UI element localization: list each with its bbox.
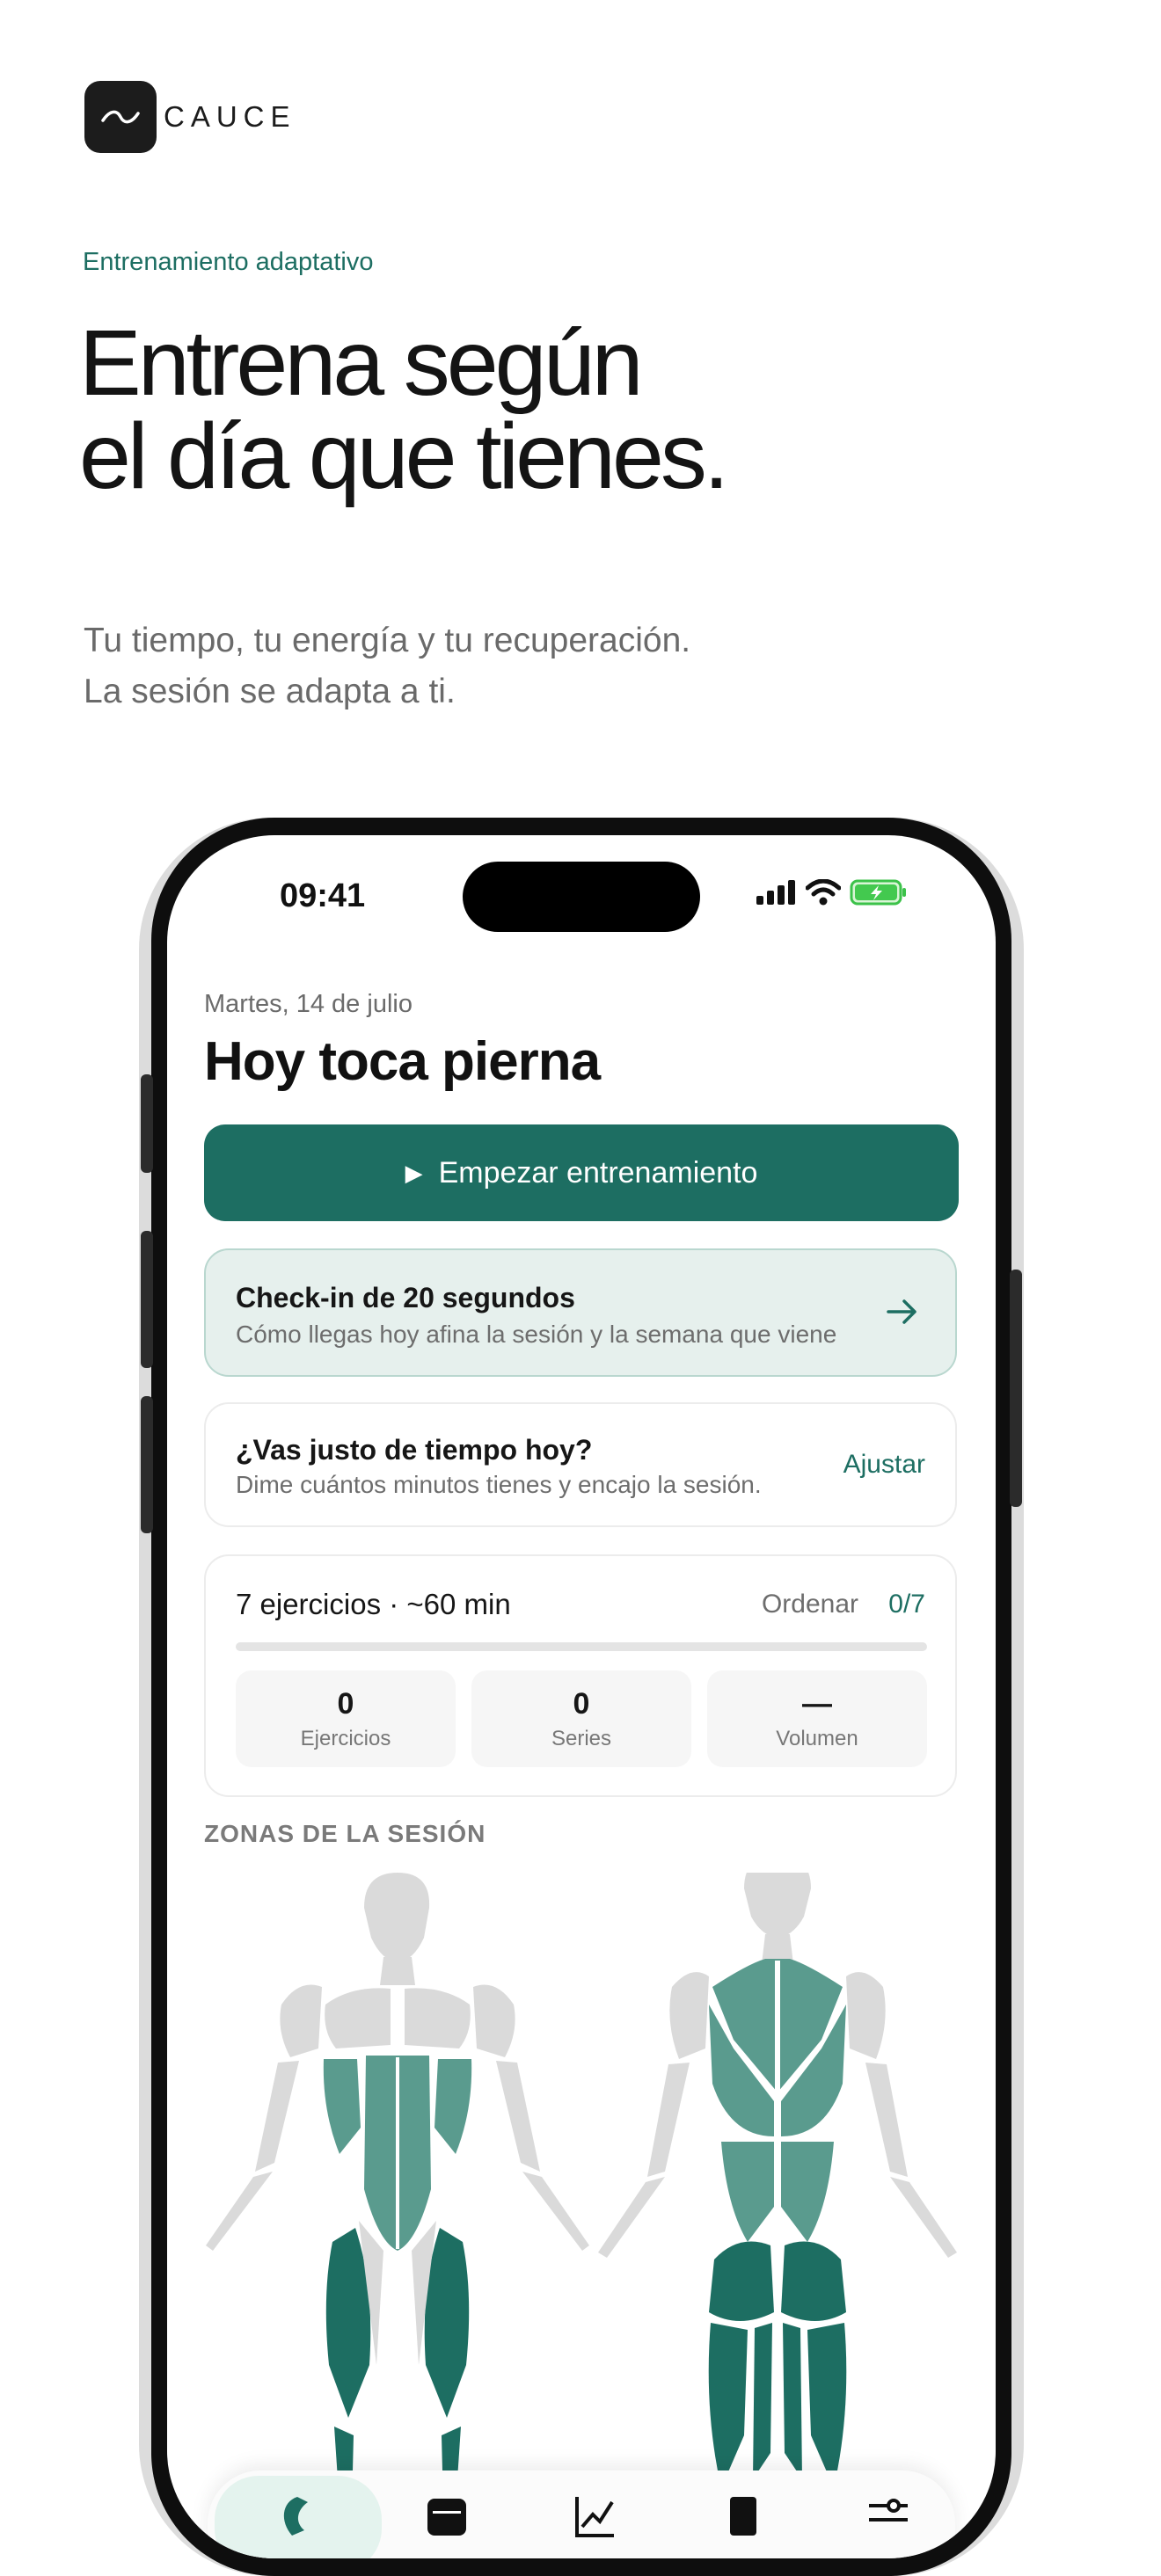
stat-tile-volume: — Volumen [707,1670,927,1767]
workout-summary: 7 ejercicios · ~60 min [236,1588,511,1620]
book-icon[interactable] [718,2492,767,2541]
stats-tiles: 0 Ejercicios 0 Series — Volumen [236,1670,927,1767]
front-arm-left [206,2061,299,2251]
back-glute-left [709,2241,774,2321]
stat-value: 0 [337,1686,354,1721]
progress-count: 0/7 [888,1590,925,1619]
front-body-figure [206,1873,589,2506]
stat-value: — [802,1686,832,1721]
back-inner-thigh-right [783,2323,802,2479]
zones-section-label: ZONAS DE LA SESIÓN [204,1820,486,1847]
action-button [141,1074,153,1173]
back-arm-right [865,2063,957,2258]
front-oblique-left [323,2059,361,2154]
dynamic-island [463,862,700,932]
power-button [1010,1270,1022,1507]
sort-button[interactable]: Ordenar [762,1590,858,1619]
back-shoulder-right [846,1972,886,2059]
stat-label: Series [551,1726,612,1750]
back-lower-right [781,2142,834,2242]
volume-up-button [141,1231,153,1368]
back-lower-left [721,2142,774,2242]
session-title: Hoy toca pierna [204,1031,601,1092]
status-time: 09:41 [280,877,366,914]
arrow-right-icon [887,1299,916,1324]
stat-value: 0 [573,1686,590,1721]
progress-bar [236,1642,927,1651]
back-inner-thigh-left [753,2323,772,2479]
start-workout-label: Empezar entrenamiento [438,1155,758,1190]
front-oblique-right [434,2059,472,2154]
phone-screen: 09:41 Martes, 14 de julio Hoy toca piern… [167,835,996,2558]
tab-bar [208,2470,955,2558]
time-card-subtitle: Dime cuántos minutos tienes y encajo la … [236,1471,762,1498]
cellular-icon [756,880,795,905]
back-body-figure [598,1873,957,2488]
workout-summary-card: 7 ejercicios · ~60 min Ordenar 0/7 0 Eje… [204,1554,957,1797]
sliders-icon[interactable] [864,2492,913,2541]
status-icons [756,879,908,906]
stat-tile-exercises: 0 Ejercicios [236,1670,456,1767]
front-arm-right [496,2061,589,2251]
session-date: Martes, 14 de julio [204,990,413,1018]
hero-subtitle: Tu tiempo, tu energía y tu recuperación.… [84,615,690,717]
time-card-title: ¿Vas justo de tiempo hoy? [236,1434,593,1466]
stat-label: Volumen [776,1726,858,1750]
hero-eyebrow: Entrenamiento adaptativo [83,248,374,276]
wifi-icon [806,879,841,906]
checkin-subtitle: Cómo llegas hoy afina la sesión y la sem… [236,1321,837,1348]
hero-headline: Entrena según el día que tienes. [79,311,729,508]
front-head [364,1873,430,1962]
chart-icon[interactable] [570,2492,619,2541]
battery-charging-icon [850,879,906,906]
wave-icon [84,81,157,153]
checkin-card[interactable]: Check-in de 20 segundos Cómo llegas hoy … [204,1248,957,1377]
checkin-title: Check-in de 20 segundos [236,1282,575,1313]
subtitle-line-2: La sesión se adapta a ti. [84,673,456,710]
headline-line-1: Entrena según [79,311,644,415]
adjust-link[interactable]: Ajustar [843,1450,925,1480]
calendar-icon[interactable] [422,2492,471,2541]
back-hamstring-left [708,2323,748,2488]
back-arm-left [598,2063,690,2258]
front-chest-left [325,1988,391,2048]
back-glute-right [781,2241,846,2321]
back-head [744,1873,811,1938]
headline-line-2: el día que tienes. [79,404,729,508]
brand-name: CAUCE [164,100,296,133]
front-chest-right [405,1988,471,2048]
stat-label: Ejercicios [300,1726,391,1750]
play-icon: ▶ [405,1159,423,1186]
time-card: ¿Vas justo de tiempo hoy? Dime cuántos m… [204,1402,957,1527]
brand-logo: CAUCE [84,81,296,153]
front-neck [380,1957,415,1985]
front-shoulder-left [280,1984,322,2057]
stat-tile-sets: 0 Series [471,1670,691,1767]
muscle-map [206,1873,957,2506]
front-shoulder-right [473,1984,515,2057]
subtitle-line-1: Tu tiempo, tu energía y tu recuperación. [84,622,691,659]
back-hamstring-right [807,2323,847,2488]
volume-down-button [141,1396,153,1533]
back-shoulder-left [669,1972,709,2059]
start-workout-button[interactable]: ▶ Empezar entrenamiento [204,1124,959,1221]
home-icon [283,2497,308,2536]
